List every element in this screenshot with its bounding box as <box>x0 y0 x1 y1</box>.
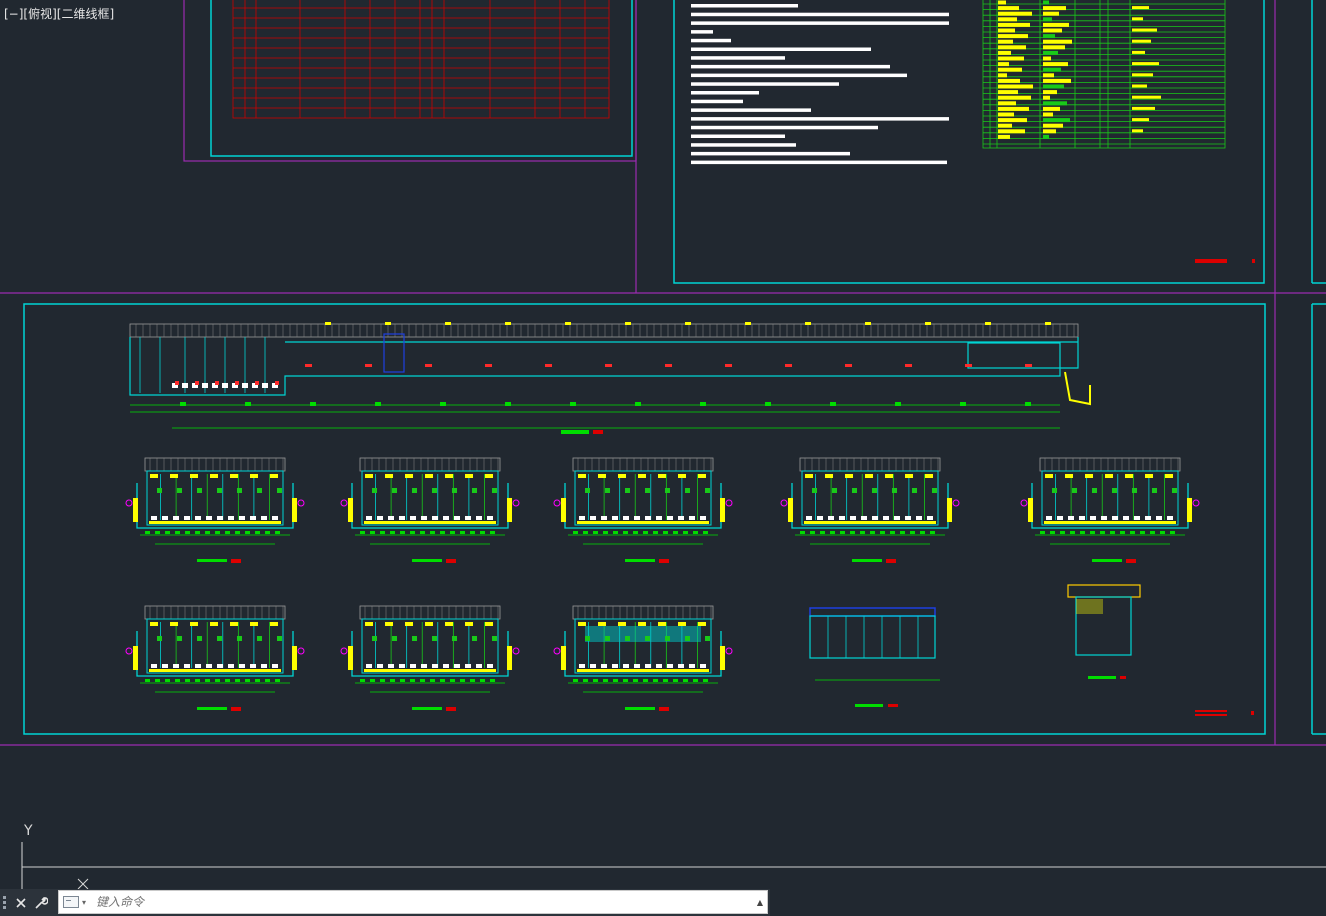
quantity-table <box>982 0 1226 149</box>
longitudinal-section-drawing <box>129 322 1091 434</box>
command-line-bar: ▾ ▲ <box>0 889 770 916</box>
command-line-grip-handle[interactable] <box>3 892 11 914</box>
caret-up-icon[interactable]: ▲ <box>753 898 767 907</box>
command-history-icon[interactable] <box>63 896 79 908</box>
viewport-controls[interactable]: [−][俯视][二维线框] <box>4 5 114 22</box>
command-input-box[interactable]: ▾ ▲ <box>58 890 768 914</box>
material-schedule-table <box>232 0 610 119</box>
command-input[interactable] <box>96 892 753 912</box>
title-block-marks <box>1195 259 1255 716</box>
viewport-controls-label[interactable]: [−][俯视][二维线框] <box>4 7 114 21</box>
general-notes-text-block <box>691 4 949 165</box>
ucs-icon <box>21 842 1326 890</box>
chevron-down-icon[interactable]: ▾ <box>82 898 86 907</box>
ucs-y-axis-label: Y <box>24 823 33 839</box>
close-icon[interactable] <box>11 891 31 915</box>
wrench-icon[interactable] <box>31 891 51 915</box>
cross-section-drawings <box>125 457 1200 711</box>
model-space-canvas[interactable] <box>0 0 1326 916</box>
